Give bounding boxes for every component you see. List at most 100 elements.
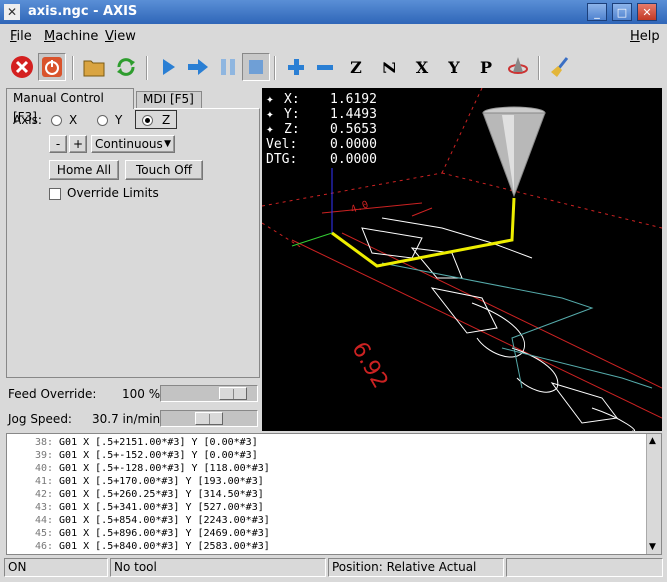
zoom-out-icon [317, 65, 333, 70]
gcode-listing[interactable]: 38: G01 X [.5+2151.00*#3] Y [0.00*#3] 39… [6, 433, 662, 555]
close-window-button[interactable]: ✕ [637, 3, 657, 21]
menu-view[interactable]: View [105, 29, 136, 44]
pause-button[interactable] [214, 53, 242, 81]
title-bar[interactable]: ✕ axis.ngc - AXIS _ □ ✕ [0, 0, 667, 24]
view-x-icon: X [415, 57, 429, 77]
broom-icon [551, 57, 569, 77]
view-z-icon: Z [350, 57, 362, 77]
view-z-rotated-button[interactable]: Z [375, 53, 403, 81]
dro-x-value: 1.6192 [330, 92, 377, 107]
step-button[interactable] [184, 53, 212, 81]
toolbar-separator [274, 56, 276, 80]
zoom-out-button[interactable] [311, 53, 339, 81]
tab-manual-control[interactable]: Manual Control [F3] [6, 88, 134, 124]
toolpath-rapid-moves [381, 262, 653, 389]
window-title: axis.ngc - AXIS [28, 4, 138, 19]
zoom-in-icon [288, 59, 304, 75]
gcode-line[interactable]: 44: G01 X [.5+854.00*#3] Y [2243.00*#3] [7, 514, 270, 527]
view-perspective-button[interactable]: P [472, 53, 500, 81]
view-p-icon: P [479, 57, 493, 77]
gcode-line[interactable]: 42: G01 X [.5+260.25*#3] Y [314.50*#3] [7, 488, 264, 501]
axis-z-radio[interactable] [142, 115, 153, 126]
toolbar-separator [72, 56, 74, 80]
feed-override-thumb[interactable] [219, 387, 247, 400]
y-axis-line [291, 232, 333, 247]
y-homed-icon: ✦ [266, 107, 274, 122]
feed-override-label: Feed Override: [8, 387, 97, 401]
jog-speed-label: Jog Speed: [8, 412, 72, 426]
scroll-down-icon[interactable]: ▼ [649, 542, 656, 552]
app-icon: ✕ [4, 4, 20, 20]
jog-plus-button[interactable]: + [69, 135, 87, 153]
stop-button[interactable] [242, 53, 270, 81]
stop-icon [249, 60, 263, 74]
gcode-line[interactable]: 41: G01 X [.5+170.00*#3] Y [193.00*#3] [7, 475, 264, 488]
view-x-button[interactable]: X [408, 53, 436, 81]
feed-override-value: 100 % [122, 387, 161, 401]
menu-help[interactable]: Help [630, 29, 660, 44]
axis-window: ✕ axis.ngc - AXIS _ □ ✕ File Machine Vie… [0, 0, 667, 582]
dro-vel-label: Vel: [266, 137, 298, 152]
toolbar: Z Z X Y P [0, 50, 667, 86]
view-z-button[interactable]: Z [342, 53, 370, 81]
run-button[interactable] [154, 53, 182, 81]
gcode-line[interactable]: 45: G01 X [.5+896.00*#3] Y [2469.00*#3] [7, 527, 270, 540]
gcode-scrollbar[interactable]: ▲ ▼ [646, 434, 661, 554]
jog-mode-value: Continuous [95, 137, 163, 151]
open-file-button[interactable] [80, 53, 108, 81]
axis-z-label: Z [162, 113, 171, 127]
jog-mode-select[interactable]: Continuous ▼ [91, 135, 175, 153]
toolpath-canvas: 4.0 6.92 [262, 88, 662, 431]
estop-button[interactable] [8, 53, 36, 81]
zoom-in-button[interactable] [282, 53, 310, 81]
tab-mdi[interactable]: MDI [F5] [136, 91, 202, 108]
feed-override-slider[interactable] [160, 385, 258, 402]
rotate-view-icon [508, 57, 528, 74]
jog-speed-thumb[interactable] [195, 412, 223, 425]
view-y-button[interactable]: Y [440, 53, 468, 81]
gcode-line[interactable]: 46: G01 X [.5+840.00*#3] Y [2583.00*#3] [7, 540, 270, 553]
axis-y-radio[interactable] [97, 115, 108, 126]
touch-off-button[interactable]: Touch Off [125, 160, 203, 180]
toolpath-text-outline [361, 217, 635, 431]
view-y-icon: Y [448, 57, 460, 77]
status-bar: ON No tool Position: Relative Actual [0, 557, 667, 579]
override-limits-checkbox[interactable] [49, 188, 61, 200]
menu-machine[interactable]: Machine [44, 29, 98, 44]
machine-power-button[interactable] [38, 53, 66, 81]
status-extra [506, 558, 663, 577]
toolbar-separator [146, 56, 148, 80]
play-icon [163, 59, 175, 75]
reload-button[interactable] [112, 53, 140, 81]
jog-speed-value: 30.7 in/min [92, 412, 161, 426]
axis-z-selected-frame[interactable]: Z [135, 110, 177, 129]
toggle-rotate-button[interactable] [504, 53, 532, 81]
clear-plot-button[interactable] [546, 53, 574, 81]
pause-icon [221, 59, 235, 75]
menu-bar: File Machine View Help [0, 24, 667, 48]
step-arrow-icon [188, 59, 208, 75]
dro-vel-value: 0.0000 [330, 137, 377, 152]
menu-file[interactable]: File [10, 29, 32, 44]
gcode-line[interactable]: 40: G01 X [.5+-128.00*#3] Y [118.00*#3] [7, 462, 270, 475]
toolpath-preview[interactable]: 4.0 6.92 ✦ X: 1.6192 ✦ Y: 1.4493 ✦ Z: 0.… [262, 88, 662, 431]
manual-control-pane: Axis: X Y Z - + Continuous ▼ Home All To… [6, 108, 260, 378]
dro-z-value: 0.5653 [330, 122, 377, 137]
gcode-line[interactable]: 39: G01 X [.5+-152.00*#3] Y [0.00*#3] [7, 449, 258, 462]
override-limits-label: Override Limits [67, 186, 159, 200]
maximize-button[interactable]: □ [612, 3, 632, 21]
minimize-button[interactable]: _ [587, 3, 607, 21]
reload-icon [117, 58, 135, 76]
folder-icon [83, 60, 105, 77]
dro-y-value: 1.4493 [330, 107, 377, 122]
z-homed-icon: ✦ [266, 122, 274, 137]
dro-z-label: Z: [284, 122, 300, 137]
dro-dtg-value: 0.0000 [330, 152, 377, 167]
jog-minus-button[interactable]: - [49, 135, 67, 153]
gcode-line[interactable]: 38: G01 X [.5+2151.00*#3] Y [0.00*#3] [7, 436, 258, 449]
jog-speed-slider[interactable] [160, 410, 258, 427]
gcode-line[interactable]: 43: G01 X [.5+341.00*#3] Y [527.00*#3] [7, 501, 264, 514]
axis-x-radio[interactable] [51, 115, 62, 126]
scroll-up-icon[interactable]: ▲ [649, 436, 656, 446]
home-all-button[interactable]: Home All [49, 160, 119, 180]
